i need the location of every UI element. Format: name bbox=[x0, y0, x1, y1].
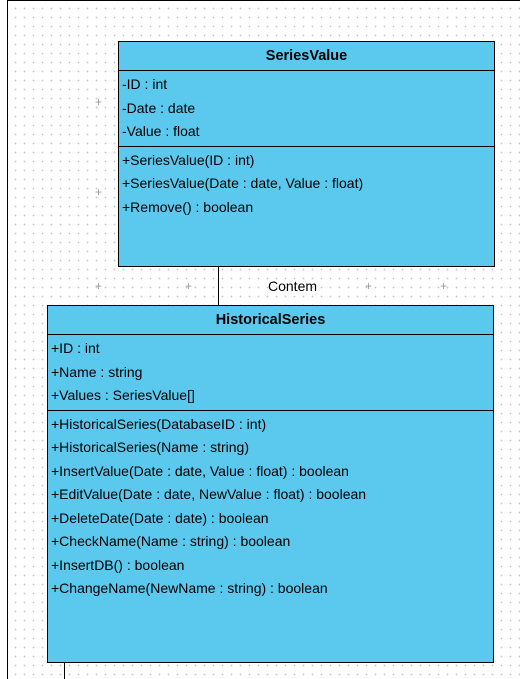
canvas-border-left bbox=[7, 0, 8, 679]
operation-row[interactable]: +CheckName(Name : string) : boolean bbox=[48, 530, 493, 554]
class-historicalseries[interactable]: HistoricalSeries +ID : int +Name : strin… bbox=[47, 305, 494, 663]
attributes-compartment: -ID : int -Date : date -Value : float bbox=[119, 71, 494, 147]
operations-compartment: +HistoricalSeries(DatabaseID : int) +His… bbox=[48, 411, 493, 603]
operation-row[interactable]: +SeriesValue(ID : int) bbox=[119, 149, 494, 173]
attribute-row[interactable]: -Date : date bbox=[119, 97, 494, 121]
operation-row[interactable]: +HistoricalSeries(DatabaseID : int) bbox=[48, 413, 493, 437]
canvas-border-top bbox=[7, 0, 520, 1]
class-seriesvalue[interactable]: SeriesValue -ID : int -Date : date -Valu… bbox=[118, 41, 495, 267]
operation-row[interactable]: +InsertValue(Date : date, Value : float)… bbox=[48, 460, 493, 484]
grid-plus-marker: + bbox=[185, 279, 193, 293]
attribute-row[interactable]: +Values : SeriesValue[] bbox=[48, 384, 493, 408]
grid-plus-marker: + bbox=[95, 95, 103, 109]
operation-row[interactable]: +Remove() : boolean bbox=[119, 196, 494, 220]
operation-row[interactable]: +SeriesValue(Date : date, Value : float) bbox=[119, 172, 494, 196]
attribute-row[interactable]: -Value : float bbox=[119, 120, 494, 144]
class-name: HistoricalSeries bbox=[48, 306, 493, 335]
operation-row[interactable]: +EditValue(Date : date, NewValue : float… bbox=[48, 483, 493, 507]
attribute-row[interactable]: -ID : int bbox=[119, 73, 494, 97]
operations-compartment: +SeriesValue(ID : int) +SeriesValue(Date… bbox=[119, 147, 494, 222]
class-name: SeriesValue bbox=[119, 42, 494, 71]
association-label[interactable]: Contem bbox=[268, 277, 317, 295]
connector-line[interactable] bbox=[64, 663, 65, 679]
attribute-row[interactable]: +Name : string bbox=[48, 361, 493, 385]
grid-plus-marker: + bbox=[365, 279, 373, 293]
attributes-compartment: +ID : int +Name : string +Values : Serie… bbox=[48, 335, 493, 411]
grid-plus-marker: + bbox=[440, 279, 448, 293]
grid-plus-marker: + bbox=[95, 185, 103, 199]
association-line[interactable] bbox=[218, 267, 219, 305]
attribute-row[interactable]: +ID : int bbox=[48, 337, 493, 361]
operation-row[interactable]: +ChangeName(NewName : string) : boolean bbox=[48, 577, 493, 601]
operation-row[interactable]: +InsertDB() : boolean bbox=[48, 554, 493, 578]
operation-row[interactable]: +HistoricalSeries(Name : string) bbox=[48, 436, 493, 460]
operation-row[interactable]: +DeleteDate(Date : date) : boolean bbox=[48, 507, 493, 531]
grid-plus-marker: + bbox=[95, 279, 103, 293]
